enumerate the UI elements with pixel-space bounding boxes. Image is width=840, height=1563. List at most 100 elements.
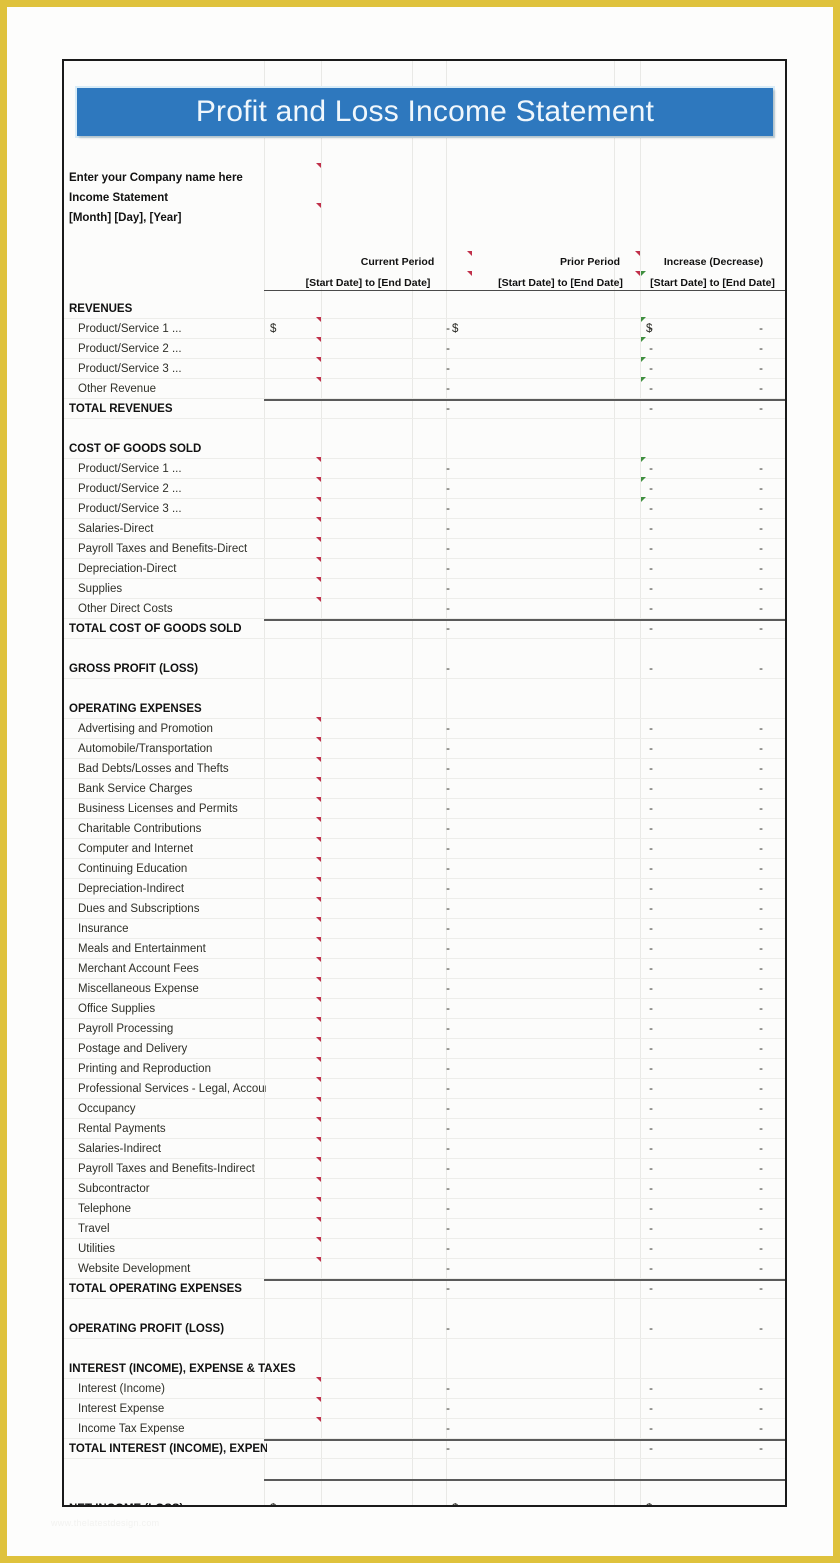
value-cell[interactable]: - [640, 559, 785, 579]
value-cell[interactable]: - [640, 1319, 785, 1339]
value-cell[interactable]: - [640, 1039, 785, 1059]
value-cell[interactable]: $- [264, 319, 472, 339]
value-cell[interactable]: - [264, 1379, 472, 1399]
value-cell[interactable]: - [640, 1139, 785, 1159]
value-cell[interactable]: - [264, 1219, 472, 1239]
value-cell[interactable]: - [640, 1199, 785, 1219]
value-cell[interactable]: - [264, 1019, 472, 1039]
value-cell[interactable]: - [264, 499, 472, 519]
value-cell[interactable]: - [264, 339, 472, 359]
value-cell[interactable]: - [264, 819, 472, 839]
value-cell[interactable]: $- [640, 1499, 785, 1505]
value-cell[interactable]: - [640, 1419, 785, 1439]
value-cell[interactable]: - [264, 539, 472, 559]
value-cell[interactable]: - [640, 399, 785, 419]
value-cell[interactable]: - [640, 1399, 785, 1419]
statement-type-cell[interactable]: Income Statement [69, 192, 168, 204]
value-cell[interactable]: - [640, 1079, 785, 1099]
value-cell[interactable]: - [264, 1099, 472, 1119]
value-cell[interactable]: - [264, 719, 472, 739]
value-cell[interactable]: - [640, 939, 785, 959]
value-cell[interactable]: - [640, 1259, 785, 1279]
value-cell[interactable]: - [264, 799, 472, 819]
value-cell[interactable]: - [640, 1219, 785, 1239]
value-cell[interactable]: - [264, 399, 472, 419]
value-cell[interactable]: - [264, 899, 472, 919]
value-cell[interactable]: - [264, 359, 472, 379]
value-cell[interactable]: - [640, 719, 785, 739]
value-cell[interactable]: - [264, 1399, 472, 1419]
value-cell[interactable]: - [264, 859, 472, 879]
value-cell[interactable]: - [264, 519, 472, 539]
value-cell[interactable]: - [640, 1439, 785, 1459]
value-cell[interactable]: - [264, 879, 472, 899]
value-cell[interactable]: - [640, 1379, 785, 1399]
statement-date-cell[interactable]: [Month] [Day], [Year] [69, 212, 181, 224]
value-cell[interactable]: - [264, 1119, 472, 1139]
value-cell[interactable]: - [264, 979, 472, 999]
value-cell[interactable]: - [264, 1439, 472, 1459]
value-cell[interactable]: - [640, 1239, 785, 1259]
value-cell[interactable]: - [264, 1179, 472, 1199]
value-cell[interactable]: - [264, 779, 472, 799]
value-cell[interactable]: - [264, 939, 472, 959]
value-cell[interactable]: - [264, 839, 472, 859]
value-cell[interactable]: - [640, 499, 785, 519]
value-cell[interactable]: - [264, 559, 472, 579]
value-cell[interactable]: - [640, 1279, 785, 1299]
value-cell[interactable]: - [640, 979, 785, 999]
value-cell[interactable]: - [640, 1099, 785, 1119]
value-cell[interactable]: - [264, 479, 472, 499]
value-cell[interactable]: - [264, 1139, 472, 1159]
value-cell[interactable]: - [640, 519, 785, 539]
value-cell[interactable]: - [640, 879, 785, 899]
value-cell[interactable]: - [264, 379, 472, 399]
value-cell[interactable]: - [264, 759, 472, 779]
value-cell[interactable]: - [640, 579, 785, 599]
value-cell[interactable]: - [264, 599, 472, 619]
value-cell[interactable]: - [640, 919, 785, 939]
value-cell[interactable]: - [640, 339, 785, 359]
value-cell[interactable]: - [640, 599, 785, 619]
value-cell[interactable]: $- [264, 1499, 472, 1505]
value-cell[interactable]: - [640, 859, 785, 879]
value-cell[interactable]: - [264, 919, 472, 939]
value-cell[interactable]: - [640, 799, 785, 819]
value-cell[interactable]: - [640, 839, 785, 859]
value-cell[interactable]: - [640, 379, 785, 399]
value-cell[interactable]: - [264, 739, 472, 759]
value-cell[interactable]: - [640, 619, 785, 639]
value-cell[interactable]: - [640, 1019, 785, 1039]
value-cell[interactable]: - [264, 1039, 472, 1059]
value-cell[interactable]: - [264, 579, 472, 599]
value-cell[interactable]: - [264, 1259, 472, 1279]
value-cell[interactable]: - [640, 1179, 785, 1199]
value-cell[interactable]: - [264, 619, 472, 639]
value-cell[interactable]: - [640, 959, 785, 979]
value-cell[interactable]: - [640, 779, 785, 799]
value-cell[interactable]: - [264, 1239, 472, 1259]
value-cell[interactable]: $- [640, 319, 785, 339]
value-cell[interactable]: - [640, 359, 785, 379]
value-cell[interactable]: - [264, 1079, 472, 1099]
value-cell[interactable]: - [640, 539, 785, 559]
value-cell[interactable]: - [264, 1059, 472, 1079]
value-cell[interactable]: - [640, 1059, 785, 1079]
value-cell[interactable]: - [640, 899, 785, 919]
value-cell[interactable]: - [264, 459, 472, 479]
value-cell[interactable]: - [640, 759, 785, 779]
value-cell[interactable]: - [264, 1419, 472, 1439]
value-cell[interactable]: - [640, 819, 785, 839]
value-cell[interactable]: - [264, 1319, 472, 1339]
value-cell[interactable]: - [640, 999, 785, 1019]
value-cell[interactable]: - [640, 479, 785, 499]
value-cell[interactable]: - [640, 659, 785, 679]
value-cell[interactable]: - [264, 959, 472, 979]
value-cell[interactable]: - [264, 1159, 472, 1179]
value-cell[interactable]: - [264, 999, 472, 1019]
company-name-cell[interactable]: Enter your Company name here [69, 172, 243, 184]
value-cell[interactable]: - [264, 1199, 472, 1219]
value-cell[interactable]: - [264, 659, 472, 679]
value-cell[interactable]: - [640, 459, 785, 479]
value-cell[interactable]: - [264, 1279, 472, 1299]
